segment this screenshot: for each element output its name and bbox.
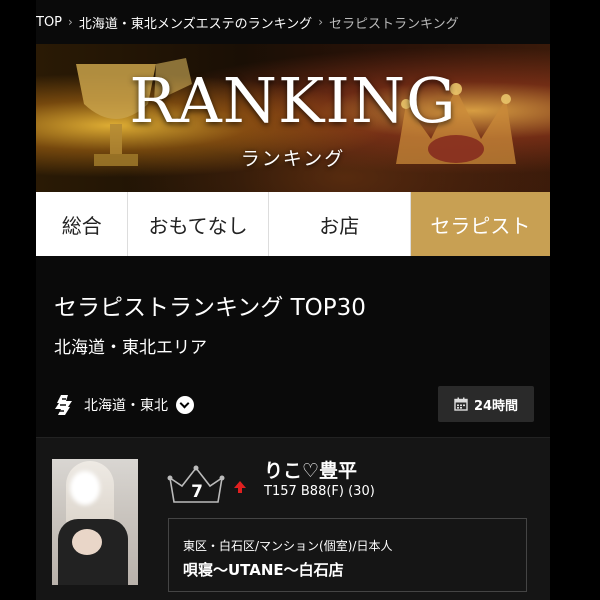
breadcrumb-current: セラピストランキング: [329, 16, 459, 32]
shop-meta: 東区・白石区/マンション(個室)/日本人: [183, 539, 393, 553]
tab-therapist[interactable]: セラピスト: [410, 192, 551, 256]
period-filter-button[interactable]: 24時間: [438, 386, 534, 422]
page-title: セラピストランキング TOP30: [54, 295, 366, 321]
chevron-right-icon: ›: [68, 15, 73, 29]
period-filter-label: 24時間: [473, 398, 519, 414]
tab-overall[interactable]: 総合: [36, 192, 129, 256]
area-map-icon: [55, 395, 72, 415]
therapist-stats: T157 B88(F) (30): [264, 484, 375, 499]
therapist-name-link[interactable]: りこ♡豊平: [264, 456, 357, 483]
tab-hospitality[interactable]: おもてなし: [128, 192, 269, 256]
banner-title: RANKING: [129, 64, 457, 137]
chevron-down-icon: [176, 396, 194, 414]
breadcrumb: TOP › 北海道・東北メンズエステのランキング › セラピストランキング: [36, 8, 550, 36]
rank-number: 7: [191, 482, 203, 502]
shop-name-link[interactable]: 唄寝〜UTANE〜白石店: [183, 559, 344, 580]
area-filter-dropdown[interactable]: 北海道・東北: [52, 390, 194, 420]
breadcrumb-area-link[interactable]: 北海道・東北メンズエステのランキング: [79, 13, 312, 32]
ranking-tabs: 総合 おもてなし お店 セラピスト: [36, 192, 551, 256]
tab-shop[interactable]: お店: [269, 192, 411, 256]
breadcrumb-top-link[interactable]: TOP: [36, 15, 62, 30]
ranking-banner: RANKING ランキング: [36, 44, 550, 192]
therapist-photo[interactable]: [52, 459, 138, 585]
chevron-right-icon: ›: [318, 15, 323, 29]
area-filter-label: 北海道・東北: [84, 398, 168, 414]
banner-subtitle: ランキング: [240, 148, 346, 170]
shop-info-box[interactable]: 東区・白石区/マンション(個室)/日本人 唄寝〜UTANE〜白石店: [168, 518, 527, 592]
page-subtitle: 北海道・東北エリア: [54, 338, 207, 358]
calendar-icon: [454, 397, 468, 411]
arrow-up-icon: [234, 481, 246, 493]
